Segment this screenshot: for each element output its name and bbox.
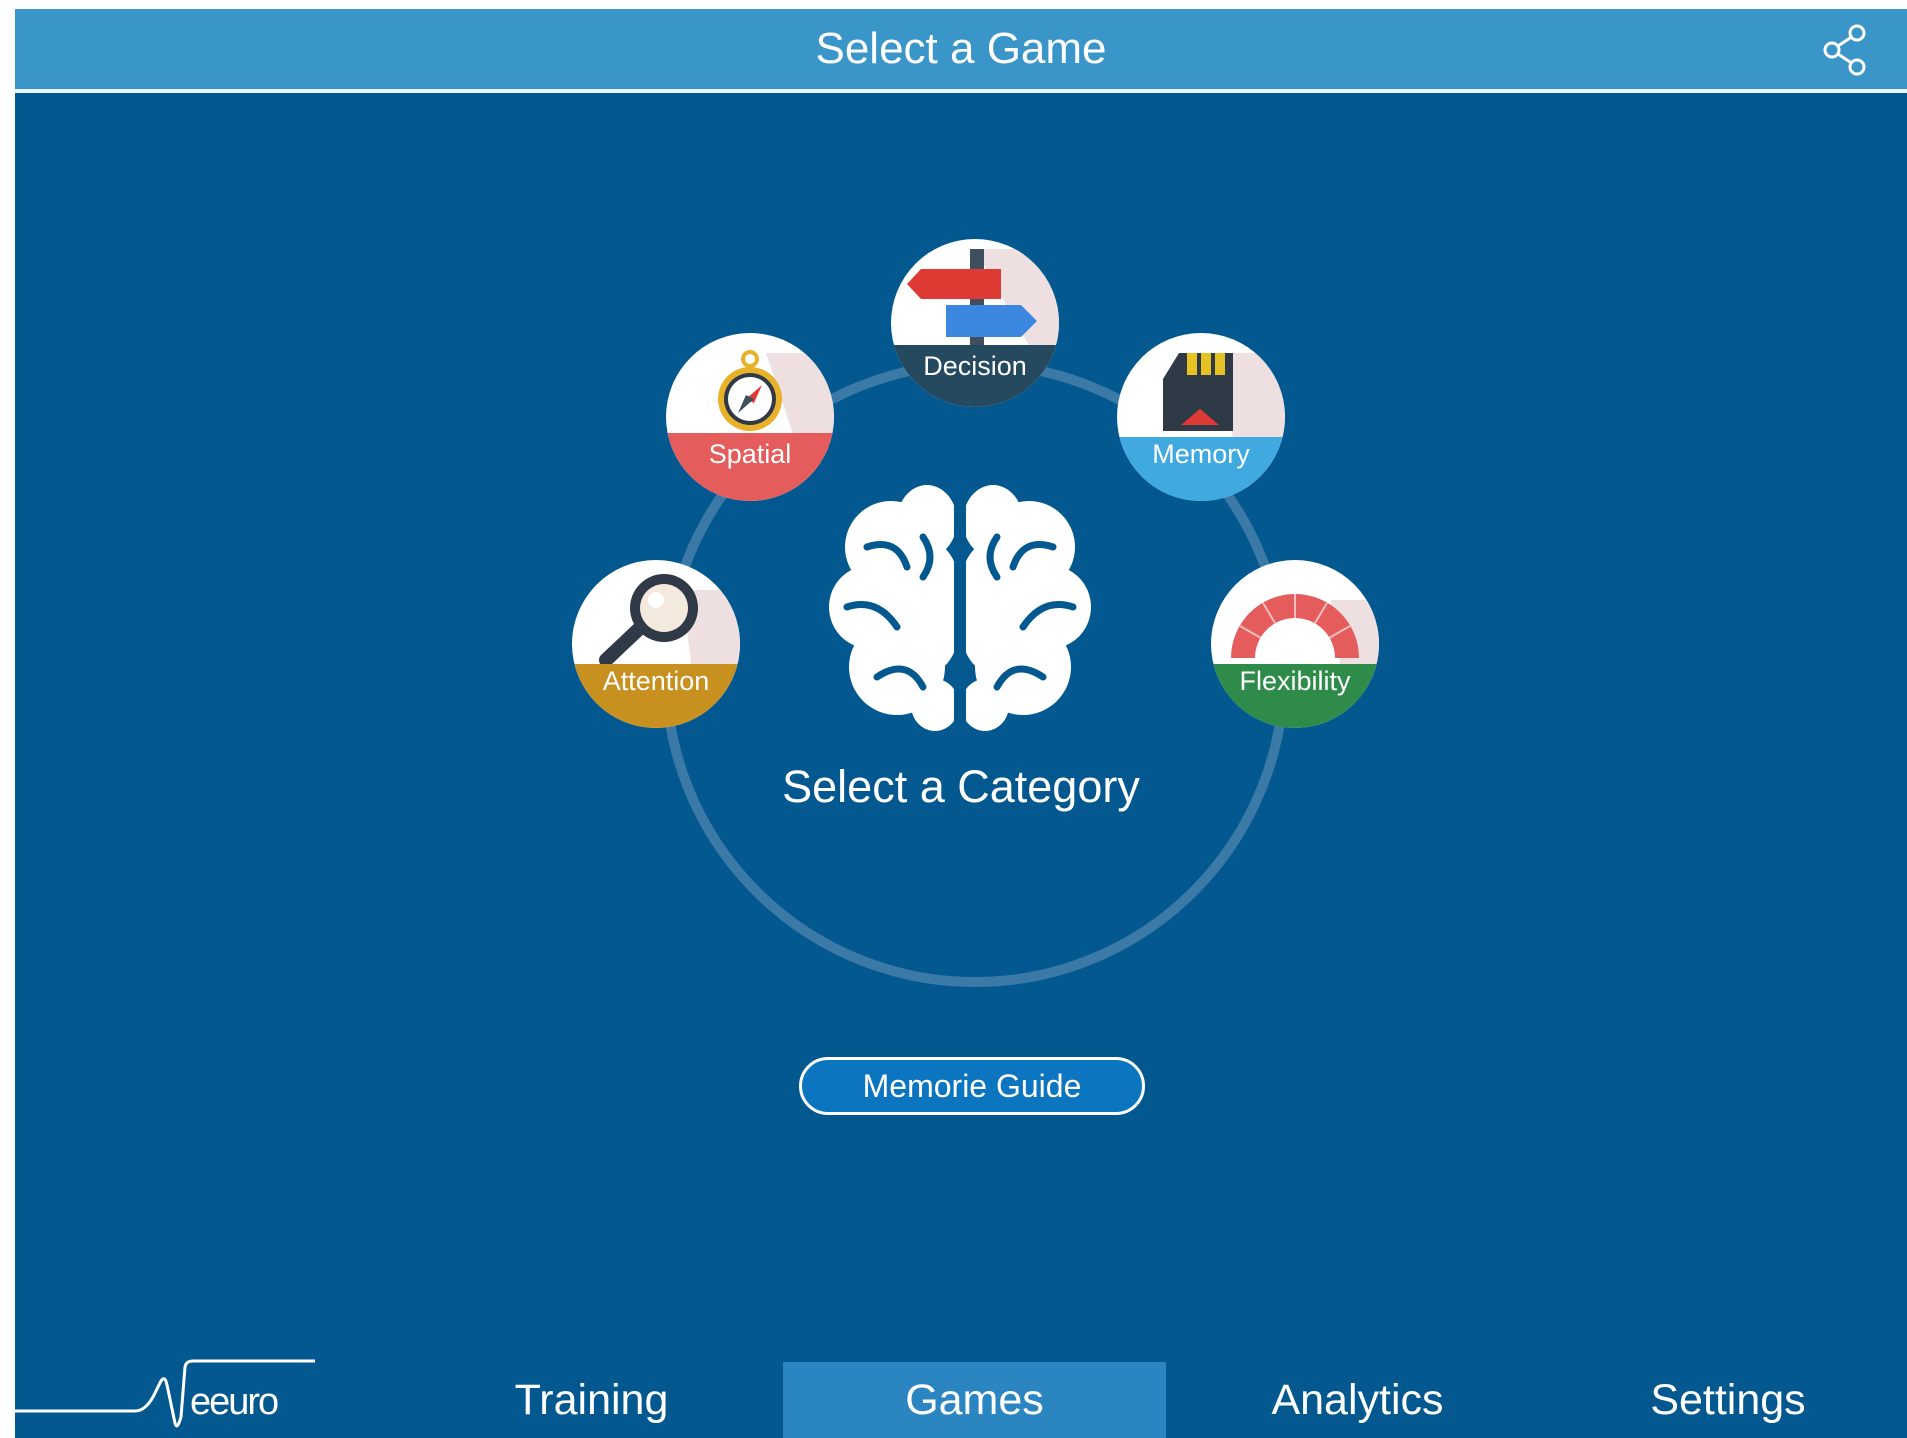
category-label: Decision	[923, 351, 1027, 381]
tab-games[interactable]: Games	[783, 1362, 1166, 1438]
category-spatial[interactable]: Spatial	[666, 333, 834, 501]
brain-icon	[829, 477, 1091, 735]
category-decision[interactable]: Decision	[891, 239, 1059, 407]
share-icon[interactable]	[1820, 24, 1870, 76]
category-attention[interactable]: Attention	[572, 560, 740, 728]
category-label: Spatial	[708, 439, 792, 469]
category-label: Memory	[1152, 439, 1250, 469]
spring-icon	[1211, 560, 1379, 728]
page-title: Select a Game	[815, 24, 1107, 73]
category-label: Attention	[602, 666, 710, 696]
category-flexibility[interactable]: Flexibility	[1211, 560, 1379, 728]
bottom-nav: eeuro Training Games Analytics Settings	[15, 1353, 1907, 1438]
category-memory[interactable]: Memory	[1117, 333, 1285, 501]
memory-card-icon	[1117, 333, 1285, 501]
tab-analytics[interactable]: Analytics	[1166, 1362, 1549, 1438]
tab-training[interactable]: Training	[400, 1362, 783, 1438]
app-screen: Select a Game Decision Spatial Memory At…	[15, 9, 1907, 1438]
category-prompt: Select a Category	[782, 761, 1140, 812]
header-bar: Select a Game	[15, 9, 1907, 93]
brand-name: eeuro	[190, 1381, 279, 1423]
magnifier-icon	[572, 560, 740, 728]
category-label: Flexibility	[1239, 666, 1351, 696]
brand-logo: eeuro	[15, 1353, 1907, 1438]
compass-icon	[666, 333, 834, 501]
tab-settings[interactable]: Settings	[1549, 1362, 1907, 1438]
memorie-guide-button[interactable]: Memorie Guide	[799, 1057, 1145, 1115]
